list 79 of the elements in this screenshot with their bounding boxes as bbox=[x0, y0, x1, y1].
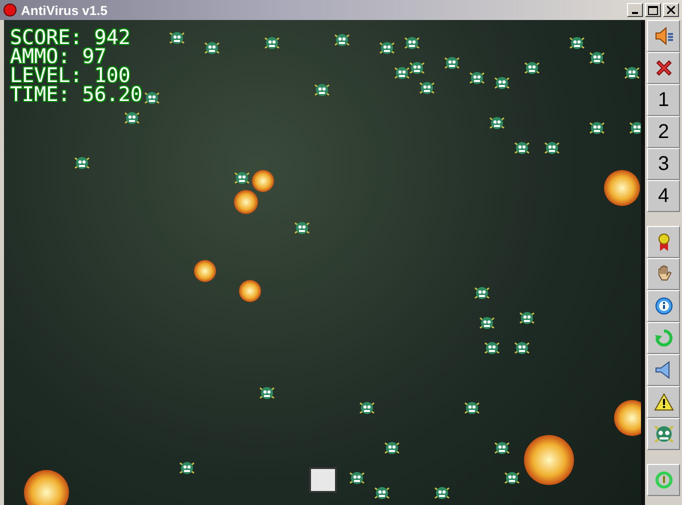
window-title: AntiVirus v1.5 bbox=[21, 2, 108, 18]
info-icon bbox=[654, 296, 674, 316]
close-icon bbox=[667, 6, 675, 14]
toolbar-button[interactable] bbox=[647, 386, 680, 418]
explosion bbox=[194, 260, 216, 282]
virus-icon[interactable] bbox=[519, 310, 535, 326]
virus-icon[interactable] bbox=[494, 75, 510, 91]
virus-icon[interactable] bbox=[314, 82, 330, 98]
app-icon bbox=[3, 3, 17, 17]
virus-icon[interactable] bbox=[394, 65, 410, 81]
virus-icon[interactable] bbox=[144, 90, 160, 106]
virus-icon[interactable] bbox=[234, 170, 250, 186]
virus-icon[interactable] bbox=[569, 35, 585, 51]
virus-icon bbox=[652, 423, 674, 445]
hud-stat: SCORE: 942 bbox=[10, 28, 132, 47]
hud-stat: LEVEL: 100 bbox=[10, 66, 130, 85]
explosion bbox=[524, 435, 574, 485]
hud-stat: TIME: 56.20 bbox=[10, 85, 142, 104]
toolbar-button[interactable] bbox=[647, 290, 680, 322]
level-button[interactable]: 2 bbox=[647, 116, 680, 148]
speaker-icon bbox=[654, 26, 674, 46]
virus-icon[interactable] bbox=[334, 32, 350, 48]
level-button[interactable]: 3 bbox=[647, 148, 680, 180]
virus-icon[interactable] bbox=[204, 40, 220, 56]
virus-icon[interactable] bbox=[259, 385, 275, 401]
virus-icon[interactable] bbox=[464, 400, 480, 416]
virus-icon[interactable] bbox=[589, 120, 605, 136]
virus-icon[interactable] bbox=[74, 155, 90, 171]
toolbar-button[interactable] bbox=[647, 354, 680, 386]
virus-icon[interactable] bbox=[504, 470, 520, 486]
explosion bbox=[614, 400, 641, 436]
explosion bbox=[24, 470, 69, 505]
virus-icon[interactable] bbox=[489, 115, 505, 131]
virus-icon[interactable] bbox=[264, 35, 280, 51]
maximize-button[interactable] bbox=[645, 3, 661, 17]
close-button[interactable] bbox=[663, 3, 679, 17]
toolbar-button[interactable] bbox=[647, 258, 680, 290]
virus-icon[interactable] bbox=[484, 340, 500, 356]
virus-icon[interactable] bbox=[359, 400, 375, 416]
virus-icon[interactable] bbox=[384, 440, 400, 456]
virus-icon[interactable] bbox=[419, 80, 435, 96]
explosion bbox=[252, 170, 274, 192]
level-button[interactable]: 4 bbox=[647, 180, 680, 212]
refresh-icon bbox=[654, 328, 674, 348]
virus-icon[interactable] bbox=[469, 70, 485, 86]
virus-icon[interactable] bbox=[409, 60, 425, 76]
hud-stat: AMMO: 97 bbox=[10, 47, 106, 66]
minimize-button[interactable] bbox=[627, 3, 643, 17]
virus-icon[interactable] bbox=[544, 140, 560, 156]
virus-icon[interactable] bbox=[479, 315, 495, 331]
maximize-icon bbox=[648, 6, 658, 14]
virus-icon[interactable] bbox=[589, 50, 605, 66]
virus-icon[interactable] bbox=[434, 485, 450, 501]
power-icon bbox=[654, 470, 674, 490]
toolbar-button[interactable] bbox=[647, 52, 680, 84]
virus-icon[interactable] bbox=[514, 140, 530, 156]
toolbar-button[interactable] bbox=[647, 226, 680, 258]
virus-icon[interactable] bbox=[294, 220, 310, 236]
virus-icon[interactable] bbox=[379, 40, 395, 56]
explosion bbox=[604, 170, 640, 206]
virus-icon[interactable] bbox=[444, 55, 460, 71]
virus-icon[interactable] bbox=[169, 30, 185, 46]
warning-icon bbox=[654, 392, 674, 412]
virus-icon[interactable] bbox=[514, 340, 530, 356]
explosion bbox=[234, 190, 258, 214]
virus-icon[interactable] bbox=[124, 110, 140, 126]
virus-icon[interactable] bbox=[349, 470, 365, 486]
level-button[interactable]: 1 bbox=[647, 84, 680, 116]
virus-icon[interactable] bbox=[404, 35, 420, 51]
virus-icon[interactable] bbox=[629, 120, 641, 136]
explosion bbox=[239, 280, 261, 302]
virus-icon[interactable] bbox=[179, 460, 195, 476]
virus-icon[interactable] bbox=[374, 485, 390, 501]
virus-icon[interactable] bbox=[474, 285, 490, 301]
virus-icon[interactable] bbox=[524, 60, 540, 76]
virus-icon[interactable] bbox=[494, 440, 510, 456]
toolbar-button[interactable] bbox=[647, 20, 680, 52]
virus-icon[interactable] bbox=[624, 65, 640, 81]
cross-icon bbox=[654, 58, 674, 78]
